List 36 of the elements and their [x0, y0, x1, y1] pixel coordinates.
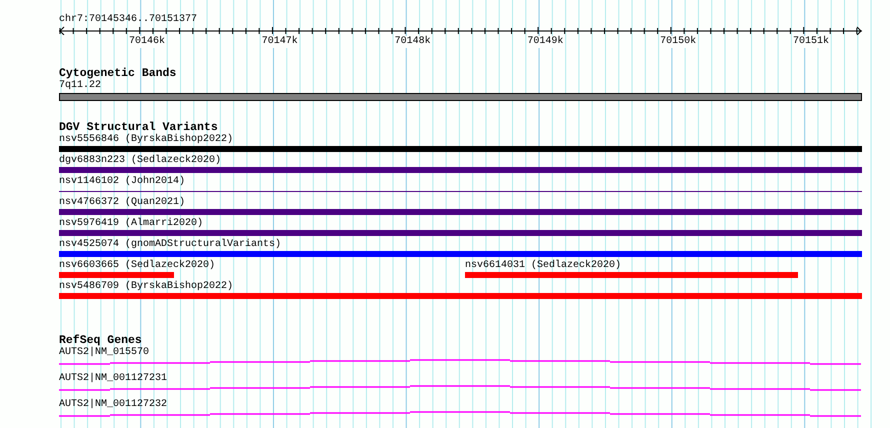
track-title: Cytogenetic Bands: [59, 67, 176, 80]
tick-label: 70149k: [527, 36, 564, 48]
feature-label: AUTS2|NM_001127232: [59, 399, 168, 411]
feature-label: nsv5976419 (Almarri2020): [59, 218, 204, 230]
feature-bar[interactable]: [59, 167, 862, 173]
feature-label: nsv1146102 (John2014): [59, 176, 186, 188]
tick-label: 70150k: [660, 36, 696, 48]
feature-bar[interactable]: [59, 251, 862, 257]
track-title: RefSeq Genes: [59, 334, 142, 347]
feature-label: AUTS2|NM_015570: [59, 347, 150, 359]
feature-label: dgv6883n223 (Sedlazeck2020): [59, 155, 222, 167]
feature-label: nsv5556846 (ByrskaBishop2022): [59, 134, 234, 146]
feature-bar[interactable]: [59, 293, 862, 299]
track-title: DGV Structural Variants: [59, 121, 218, 134]
gene-model-drawing[interactable]: [59, 359, 862, 365]
feature-bar[interactable]: [59, 209, 862, 215]
feature-bar[interactable]: [59, 230, 862, 236]
tick-label: 70151k: [793, 36, 829, 48]
feature-label: 7q11.22: [59, 80, 102, 92]
feature-label: nsv6614031 (Sedlazeck2020): [465, 260, 622, 272]
feature-bar[interactable]: [59, 146, 862, 152]
cytoband-bar[interactable]: [59, 93, 862, 101]
gene-model-drawing[interactable]: [59, 385, 862, 391]
gene-model-drawing[interactable]: [59, 411, 862, 417]
feature-label: nsv6603665 (Sedlazeck2020): [59, 260, 216, 272]
location-label: chr7:70145346..70151377: [59, 14, 198, 26]
feature-line[interactable]: [59, 191, 862, 192]
tick-label: 70147k: [262, 36, 298, 48]
tick-label: 70148k: [394, 36, 431, 48]
tick-label: 70146k: [129, 36, 165, 48]
feature-bar[interactable]: [465, 272, 798, 278]
feature-bar[interactable]: [59, 272, 174, 278]
feature-label: nsv4766372 (Quan2021): [59, 197, 186, 209]
feature-label: AUTS2|NM_001127231: [59, 373, 168, 385]
feature-label: nsv5486709 (ByrskaBishop2022): [59, 281, 234, 293]
feature-label: nsv4525074 (gnomADStructuralVariants): [59, 239, 282, 251]
